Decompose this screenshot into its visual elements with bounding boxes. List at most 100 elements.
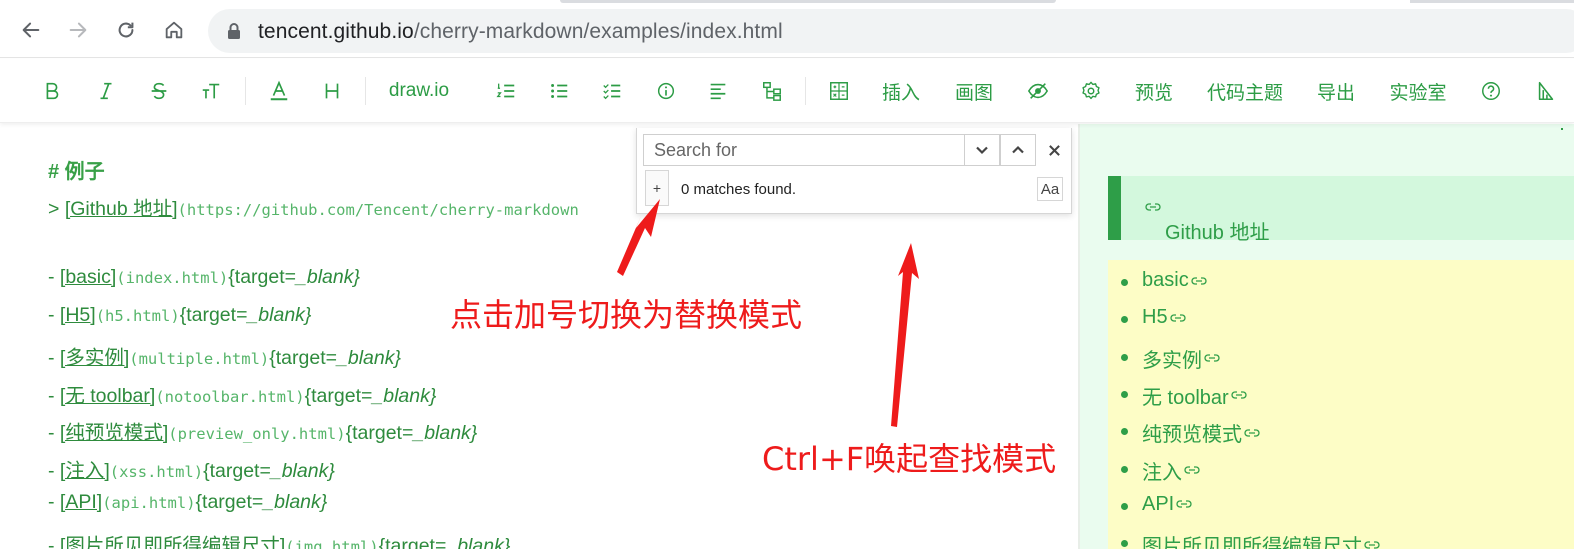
list-link-text[interactable]: [纯预览模式] <box>60 422 168 444</box>
preview-marker <box>1561 128 1563 130</box>
list-link-text[interactable]: [API] <box>60 491 102 513</box>
link-icon <box>1191 276 1207 285</box>
lab-menu[interactable]: 实验室 <box>1386 59 1450 123</box>
list-link-text[interactable]: [H5] <box>60 304 96 326</box>
preview-button[interactable]: 预览 <box>1131 59 1177 123</box>
list-link-text[interactable]: [无 toolbar] <box>60 385 155 407</box>
preview-list-item[interactable]: 纯预览模式 <box>1121 418 1261 447</box>
list-bullet <box>1121 316 1128 324</box>
unordered-list-icon[interactable] <box>545 59 573 123</box>
editor-list-item[interactable]: - [H5](h5.html){target=_blank} <box>48 304 311 327</box>
editor-list-item[interactable]: - [注入](xss.html){target=_blank} <box>48 454 335 483</box>
code-theme-menu[interactable]: 代码主题 <box>1204 59 1286 123</box>
flowchart-icon[interactable] <box>758 59 786 123</box>
editor-list-item[interactable]: - [API](api.html){target=_blank} <box>48 491 327 514</box>
list-bullet <box>1121 390 1128 398</box>
preview-list-item[interactable]: basic <box>1121 269 1208 292</box>
preview-list-item[interactable]: 图片所见即所得编辑尺寸 <box>1121 530 1381 549</box>
list-link-url: (preview_only.html) <box>168 425 346 443</box>
list-prefix: - <box>48 422 60 444</box>
editor-list-item[interactable]: - [无 toolbar](notoolbar.html){target=_bl… <box>48 379 436 408</box>
formula-icon[interactable] <box>825 59 853 123</box>
font-size-icon[interactable] <box>197 59 225 123</box>
tab-edge[interactable] <box>1410 0 1574 3</box>
draw-menu[interactable]: 画图 <box>951 59 997 123</box>
github-link-url: (https://github.com/Tencent/cherry-markd… <box>177 201 579 219</box>
ordered-list-icon[interactable] <box>492 59 520 123</box>
reload-icon[interactable] <box>109 13 143 47</box>
link-icon <box>1231 391 1247 400</box>
bold-icon[interactable] <box>38 59 66 123</box>
toggle-replace-button[interactable]: + <box>645 170 669 206</box>
list-attr: {target= <box>203 459 271 482</box>
preview-list-item[interactable]: 注入 <box>1121 456 1201 485</box>
close-icon <box>1048 144 1060 156</box>
strikethrough-icon[interactable] <box>145 59 173 123</box>
settings-gear-icon[interactable] <box>1077 59 1105 123</box>
list-prefix: - <box>48 534 60 549</box>
export-menu[interactable]: 导出 <box>1313 59 1359 123</box>
drawio-button[interactable]: draw.io <box>384 59 454 123</box>
preview-item-text: 纯预览模式 <box>1142 424 1242 447</box>
preview-toggle-icon[interactable] <box>1024 59 1052 123</box>
editor-list-item[interactable]: - [多实例](multiple.html){target=_blank} <box>48 341 401 370</box>
home-icon[interactable] <box>157 13 191 47</box>
preview-blockquote: Github 地址 <box>1108 176 1574 244</box>
find-next-button[interactable] <box>964 134 1000 166</box>
active-tab-edge[interactable] <box>560 0 1056 3</box>
toolbar-divider <box>245 77 246 105</box>
list-link-text[interactable]: [多实例] <box>60 347 129 369</box>
list-attr: {target= <box>179 303 248 326</box>
preview-github-link[interactable]: Github 地址 <box>1143 196 1269 244</box>
url-text[interactable]: tencent.github.io/cherry-markdown/exampl… <box>258 20 783 44</box>
forward-icon[interactable] <box>61 13 95 47</box>
editor-heading[interactable]: # 例子 <box>48 155 105 184</box>
find-previous-button[interactable] <box>1000 134 1036 166</box>
insert-menu[interactable]: 插入 <box>878 59 924 123</box>
info-icon[interactable] <box>652 59 680 123</box>
link-icon <box>1364 540 1380 549</box>
close-search-button[interactable] <box>1041 136 1067 164</box>
preview-list-item[interactable]: 多实例 <box>1121 344 1221 373</box>
preview-list-item[interactable]: 无 toolbar <box>1121 381 1248 410</box>
list-link-text[interactable]: [basic] <box>60 266 116 288</box>
match-case-toggle[interactable]: Aa <box>1037 177 1063 201</box>
github-link-text[interactable]: [Github 地址] <box>65 198 178 220</box>
back-icon[interactable] <box>14 13 48 47</box>
list-link-text[interactable]: [图片所见即所得编辑尺寸] <box>60 535 285 549</box>
font-color-icon[interactable] <box>265 59 293 123</box>
editor-list-item[interactable]: - [纯预览模式](preview_only.html){target=_bla… <box>48 416 477 445</box>
list-link-url: (h5.html) <box>95 306 180 325</box>
list-prefix: - <box>48 303 60 326</box>
editor-list-item[interactable]: - [图片所见即所得编辑尺寸](img.html){target=_blank} <box>48 529 510 549</box>
link-icon <box>1184 466 1200 474</box>
preview-item-text: 无 toolbar <box>1142 386 1229 409</box>
list-link-url: (xss.html) <box>109 462 204 481</box>
list-link-text[interactable]: [注入] <box>60 460 110 482</box>
toc-icon[interactable] <box>1532 59 1560 123</box>
list-prefix: - <box>48 384 60 407</box>
checklist-icon[interactable] <box>598 59 626 123</box>
help-icon[interactable] <box>1477 59 1505 123</box>
editor-github-line[interactable]: > [Github 地址](https://github.com/Tencent… <box>48 192 579 221</box>
preview-list-item[interactable]: API <box>1121 493 1193 516</box>
align-icon[interactable] <box>704 59 732 123</box>
preview-list-item[interactable]: H5 <box>1121 306 1187 329</box>
list-prefix: - <box>48 491 60 513</box>
list-prefix: - <box>48 459 60 482</box>
replace-mode-annotation: 点击加号切换为替换模式 <box>450 296 803 334</box>
lock-icon[interactable] <box>226 22 242 40</box>
toolbar-divider <box>365 77 366 105</box>
search-panel: + 0 matches found. Aa <box>636 128 1072 214</box>
header-icon[interactable] <box>318 59 346 123</box>
link-icon <box>1170 314 1186 322</box>
address-bar[interactable]: tencent.github.io/cherry-markdown/exampl… <box>208 9 1574 53</box>
list-attr-value: _blank} <box>263 491 328 513</box>
list-attr: {target= <box>228 266 297 288</box>
italic-icon[interactable] <box>92 59 120 123</box>
list-attr: {target= <box>195 491 264 513</box>
editor-list-item[interactable]: - [basic](index.html){target=_blank} <box>48 266 360 289</box>
search-input[interactable] <box>643 134 965 166</box>
link-icon <box>1204 354 1220 362</box>
list-link-url: (img.html) <box>285 537 379 549</box>
